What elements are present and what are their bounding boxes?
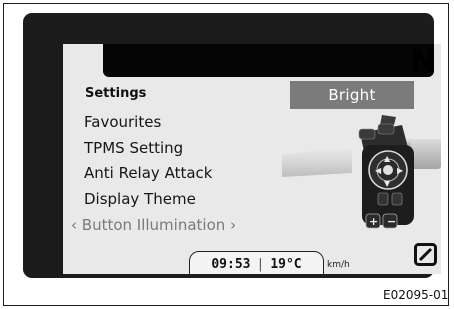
page-title: Settings: [85, 86, 147, 101]
menu-item-label: Button Illumination: [81, 216, 226, 234]
status-separator: |: [256, 257, 265, 272]
menu-item-label: Anti Relay Attack: [84, 164, 213, 182]
menu-item-label: TPMS Setting: [84, 139, 184, 157]
svg-text:▲: ▲: [384, 154, 391, 163]
menu-item-label: Favourites: [84, 113, 162, 131]
brightness-button[interactable]: Bright: [290, 81, 414, 109]
menu-item-button-illumination[interactable]: ‹ Button Illumination ›: [71, 216, 236, 234]
menu-item-display-theme[interactable]: Display Theme: [84, 190, 196, 208]
slashed-square-icon: [414, 243, 437, 266]
chevron-left-icon[interactable]: ‹: [71, 216, 77, 234]
svg-text:+: +: [369, 215, 378, 228]
gear-indicator: N: [410, 44, 436, 80]
svg-text:◀: ◀: [375, 166, 382, 175]
clock-time: 09:53: [211, 257, 251, 272]
status-readout: 09:53 | 19°C: [189, 251, 324, 274]
tft-screen: N Settings Bright Favourites TPMS Settin…: [63, 44, 441, 274]
svg-text:−: −: [387, 215, 396, 228]
svg-text:▼: ▼: [384, 179, 391, 188]
ambient-temperature: 19°C: [270, 257, 302, 272]
svg-text:▶: ▶: [397, 166, 404, 175]
top-status-bar: [103, 44, 434, 77]
menu-item-label: Display Theme: [84, 190, 196, 208]
menu-item-anti-relay-attack[interactable]: Anti Relay Attack: [84, 164, 212, 182]
chevron-right-icon[interactable]: ›: [230, 216, 236, 234]
display-bezel: N Settings Bright Favourites TPMS Settin…: [23, 13, 441, 278]
speed-unit: km/h: [327, 260, 350, 270]
brightness-label: Bright: [328, 86, 376, 104]
menu-item-favourites[interactable]: Favourites: [84, 113, 161, 131]
menu-item-tpms-setting[interactable]: TPMS Setting: [84, 139, 183, 157]
figure-code: E02095-01: [383, 288, 449, 302]
handlebar-switch-illustration: ◀ ▶ ▲ ▼ + −: [282, 115, 441, 229]
